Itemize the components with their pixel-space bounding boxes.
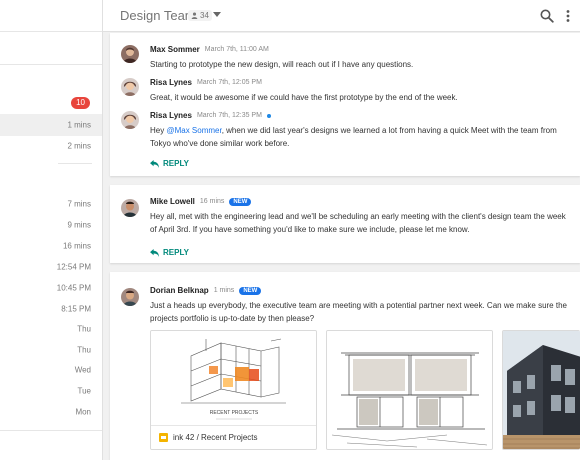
sidebar-item-time: Tue <box>77 386 92 396</box>
attachment-card-photo[interactable] <box>502 330 580 450</box>
sender-name[interactable]: Risa Lynes <box>150 78 192 87</box>
message-text: Hey all, met with the engineering lead a… <box>150 212 566 234</box>
attachment-caption: ink 42 / Recent Projects <box>151 425 316 449</box>
new-badge: NEW <box>239 286 262 295</box>
attachment-card-image[interactable] <box>326 330 493 450</box>
attachment-card-slides[interactable]: RECENT PROJECTS ink 42 / Recent Projects <box>150 330 317 450</box>
sidebar-item[interactable]: Thu <box>0 339 102 361</box>
slide-title: RECENT PROJECTS <box>210 410 259 416</box>
sidebar-topbar <box>0 0 102 32</box>
building-photo-image <box>503 331 580 449</box>
new-badge: NEW <box>229 197 252 206</box>
message-time: 16 mins <box>199 198 225 205</box>
reply-icon <box>150 159 159 168</box>
message-meta: Dorian Belknap 1 mins NEW <box>150 286 262 295</box>
sidebar-item-time: Thu <box>77 324 91 334</box>
avatar[interactable] <box>121 288 139 306</box>
thread-card: Max Sommer March 7th, 11:00 AM Starting … <box>110 33 580 176</box>
sidebar-divider <box>0 430 102 431</box>
sidebar-item-time: 12:54 PM <box>56 262 91 272</box>
sidebar-item-active[interactable]: 1 mins <box>0 114 102 136</box>
sidebar-item-time: 7 mins <box>67 199 91 209</box>
message-time: 1 mins <box>213 287 235 294</box>
message-time: March 7th, 11:00 AM <box>204 46 269 53</box>
attachment-title: ink 42 / Recent Projects <box>173 433 258 442</box>
avatar[interactable] <box>121 78 139 96</box>
sidebar-divider <box>58 163 92 164</box>
sidebar-divider <box>0 64 102 65</box>
unread-dot <box>266 113 271 118</box>
sidebar-item[interactable]: 10 <box>0 92 102 114</box>
reply-button[interactable]: REPLY <box>150 248 189 257</box>
sender-name[interactable]: Dorian Belknap <box>150 286 209 295</box>
unread-badge: 10 <box>71 97 90 109</box>
message-text: Just a heads up everybody, the executive… <box>150 301 567 323</box>
avatar[interactable] <box>121 199 139 217</box>
sender-name[interactable]: Max Sommer <box>150 45 200 54</box>
sidebar-item[interactable]: Mon <box>0 401 102 423</box>
sidebar-item-time: 16 mins <box>62 241 91 251</box>
member-count-value: 34 <box>200 11 209 20</box>
sidebar-item-time: 9 mins <box>67 220 91 230</box>
message-text: Great, it would be awesome if we could h… <box>150 93 458 102</box>
sidebar-item[interactable]: Tue <box>0 380 102 402</box>
sidebar-item-time: Mon <box>75 407 91 417</box>
sidebar-item-time: Wed <box>74 365 91 375</box>
message-text: Starting to prototype the new design, wi… <box>150 60 414 69</box>
sidebar-item-time: 1 mins <box>67 120 91 130</box>
room-title[interactable]: Design Team <box>120 8 196 23</box>
sender-name[interactable]: Mike Lowell <box>150 197 195 206</box>
message-time: March 7th, 12:35 PM <box>196 112 262 119</box>
avatar[interactable] <box>121 45 139 63</box>
message-time: March 7th, 12:05 PM <box>196 79 262 86</box>
reply-icon <box>150 248 159 257</box>
sidebar-item[interactable]: 9 mins <box>0 214 102 236</box>
avatar[interactable] <box>121 111 139 129</box>
message-text: Hey @Max Sommer, when we did last year's… <box>150 124 570 150</box>
sidebar-item[interactable]: Thu <box>0 318 102 340</box>
message-text-part: Hey <box>150 126 167 135</box>
more-vert-icon[interactable] <box>564 8 572 24</box>
sidebar-item[interactable]: 7 mins <box>0 193 102 215</box>
reply-button[interactable]: REPLY <box>150 159 189 168</box>
person-icon <box>191 12 198 19</box>
member-count[interactable]: 34 <box>188 10 212 21</box>
mention-link[interactable]: @Max Sommer <box>166 126 221 135</box>
sidebar-item[interactable]: 8:15 PM <box>0 298 102 320</box>
slides-icon <box>159 433 168 442</box>
search-icon[interactable] <box>539 8 555 24</box>
sidebar-item[interactable]: 12:54 PM <box>0 256 102 278</box>
message-meta: Risa Lynes March 7th, 12:05 PM <box>150 78 262 87</box>
message-meta: Max Sommer March 7th, 11:00 AM <box>150 45 269 54</box>
sidebar-item-time: Thu <box>77 345 91 355</box>
room-header: Design Team 34 <box>103 0 580 32</box>
chevron-down-icon[interactable] <box>213 12 221 17</box>
reply-label: REPLY <box>163 159 189 168</box>
sidebar-item[interactable]: Wed <box>0 359 102 381</box>
message-meta: Risa Lynes March 7th, 12:35 PM <box>150 111 271 120</box>
sender-name[interactable]: Risa Lynes <box>150 111 192 120</box>
sidebar-item[interactable]: 10:45 PM <box>0 277 102 299</box>
message-meta: Mike Lowell 16 mins NEW <box>150 197 252 206</box>
architecture-sketch-image: RECENT PROJECTS <box>151 331 316 427</box>
sidebar-item[interactable]: 16 mins <box>0 235 102 257</box>
sidebar-item-time: 8:15 PM <box>61 304 91 314</box>
reply-label: REPLY <box>163 248 189 257</box>
sidebar-item[interactable]: 2 mins <box>0 135 102 157</box>
thread-card: Mike Lowell 16 mins NEW Hey all, met wit… <box>110 185 580 263</box>
sidebar-item-time: 10:45 PM <box>56 283 91 293</box>
sidebar-item-time: 2 mins <box>67 141 91 151</box>
conversation-sidebar: 10 1 mins 2 mins 7 mins 9 mins 16 mins 1… <box>0 0 103 460</box>
house-sketch-image <box>327 331 492 449</box>
